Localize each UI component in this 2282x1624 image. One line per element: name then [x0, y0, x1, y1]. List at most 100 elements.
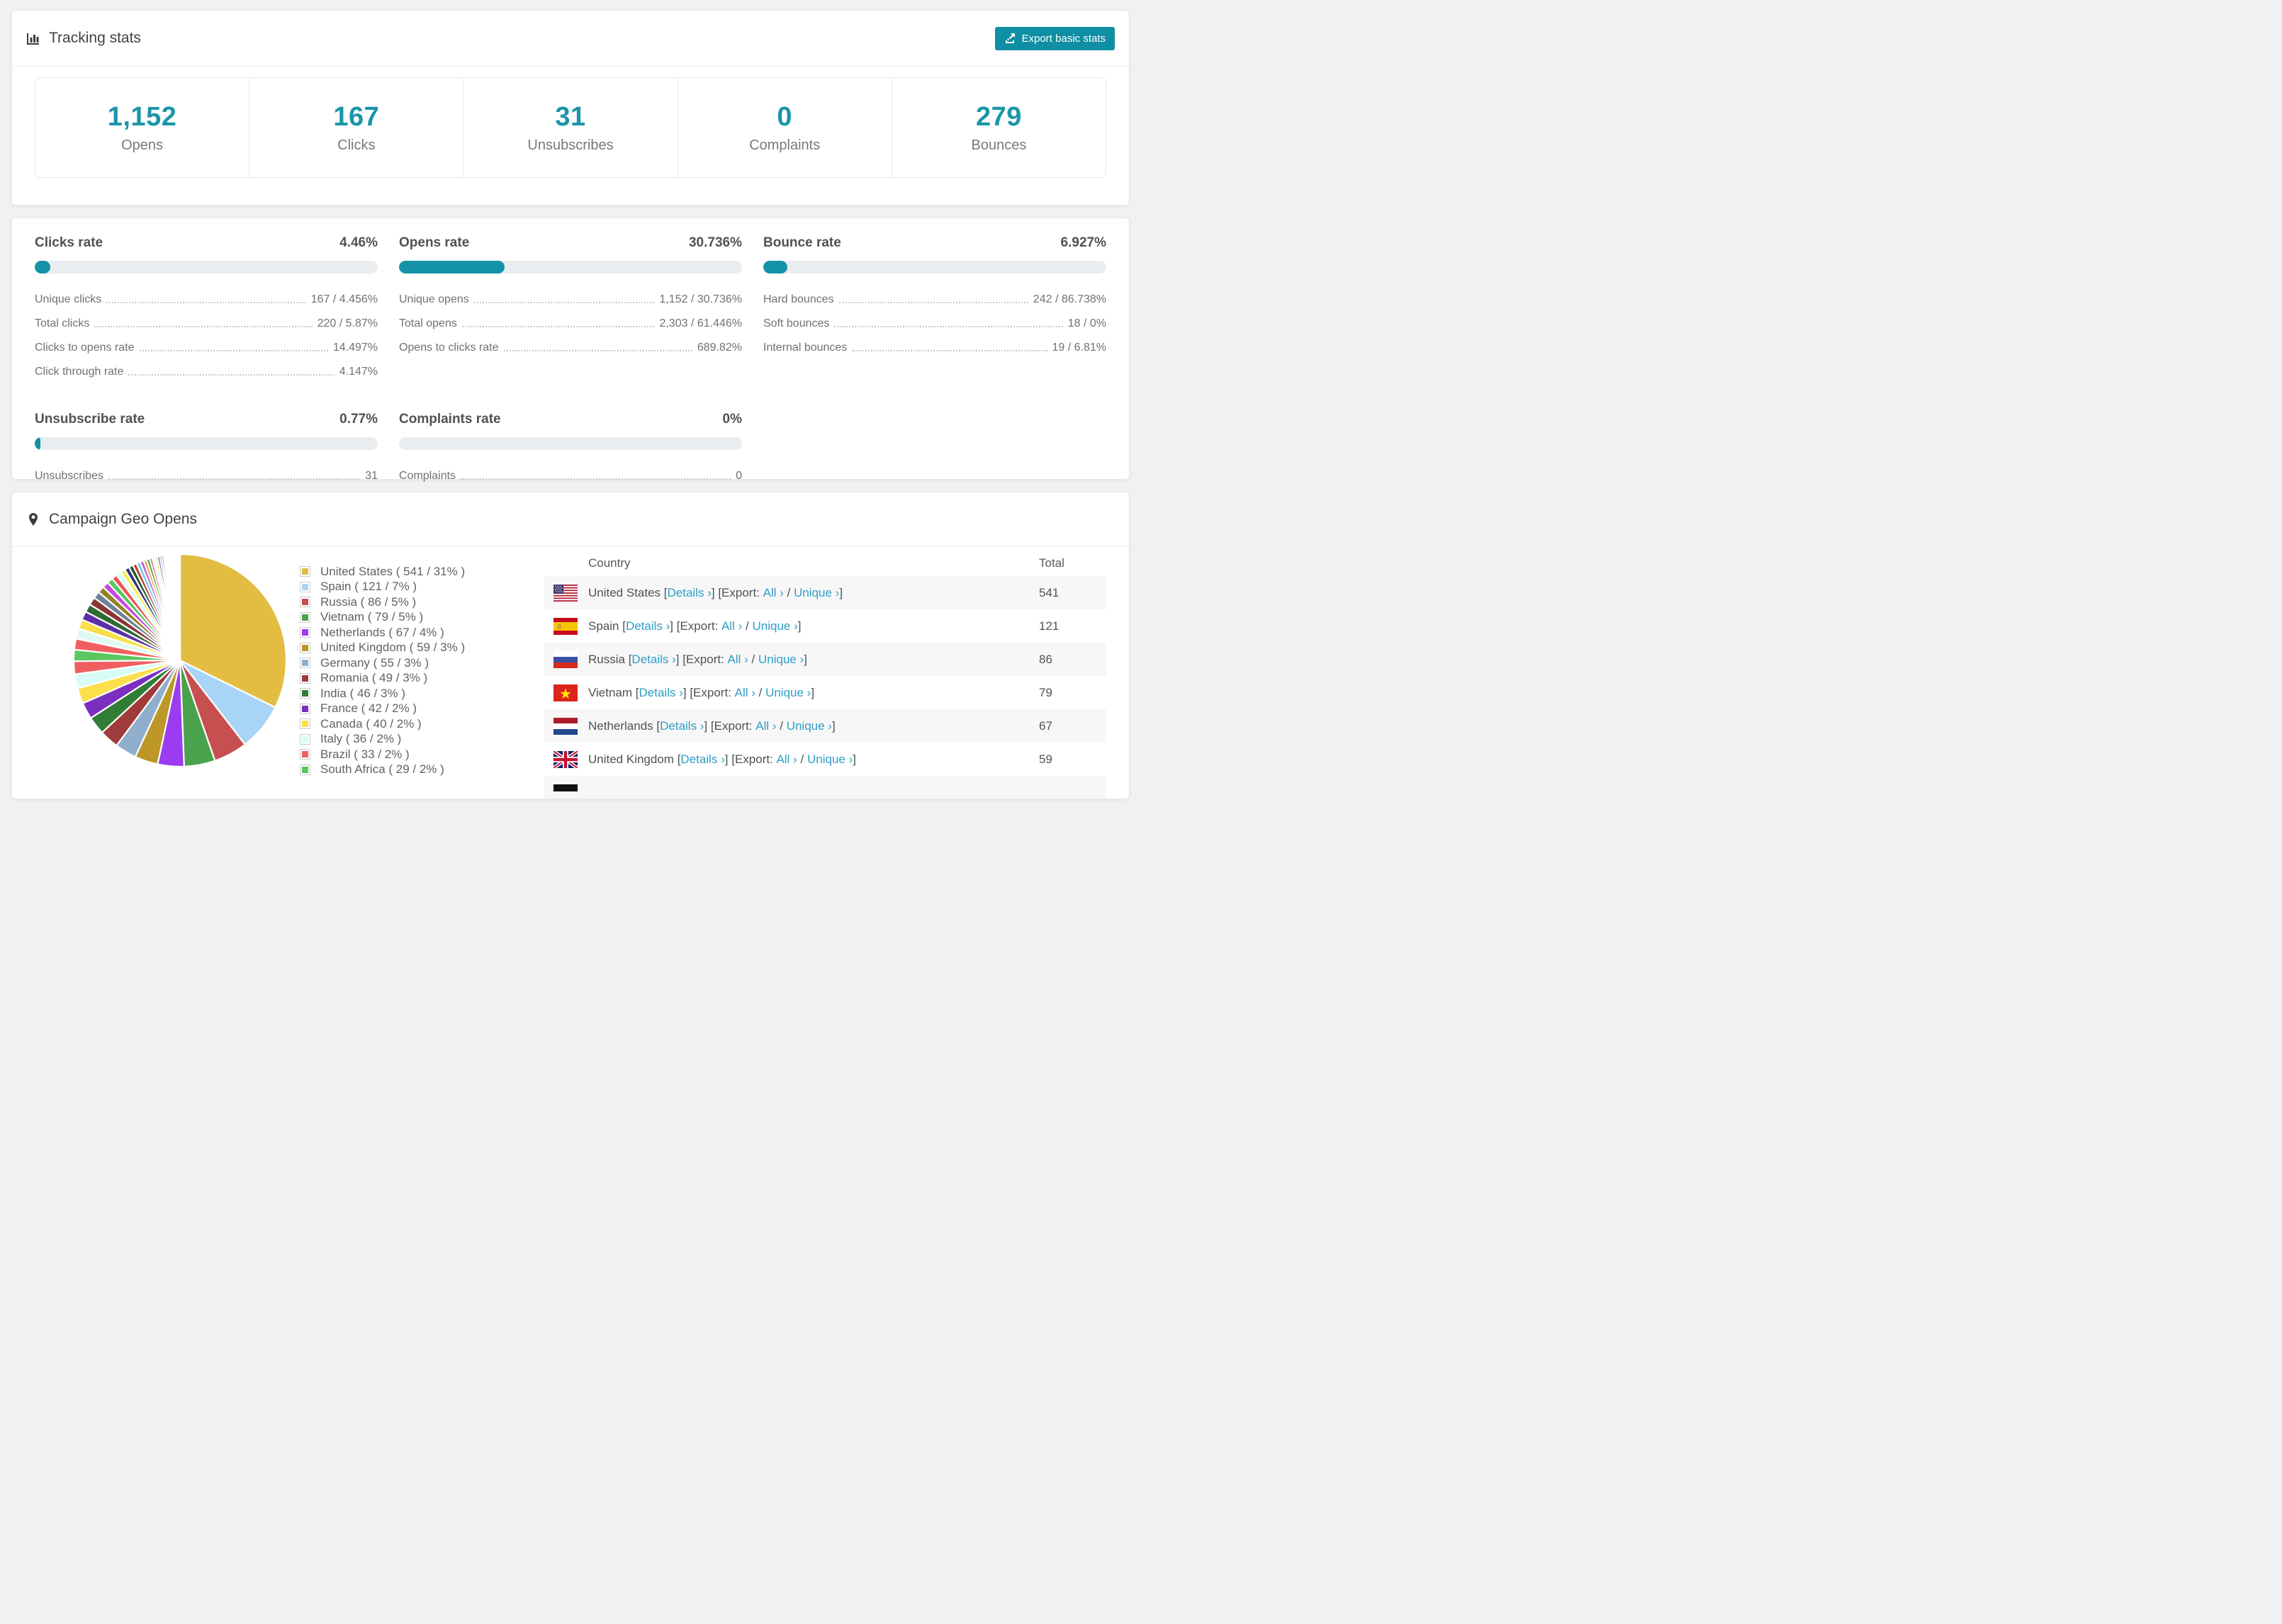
stat-complaints-value: 0	[777, 101, 793, 132]
export-unique-link[interactable]: Unique ›	[787, 719, 832, 733]
export-unique-link[interactable]: Unique ›	[753, 619, 798, 633]
legend-label: United Kingdom ( 59 / 3% )	[320, 641, 466, 655]
geo-opens-card: Campaign Geo Opens United States ( 541 /…	[11, 492, 1130, 799]
unsubscribe-rate-bar-fill	[35, 437, 40, 450]
export-all-link[interactable]: All ›	[763, 586, 784, 600]
stat-clicks-value: 167	[333, 101, 380, 132]
stat-unsubscribes-label: Unsubscribes	[527, 137, 614, 153]
export-all-link[interactable]: All ›	[728, 653, 748, 667]
russia-flag	[553, 650, 578, 668]
rates-row-2: Unsubscribe rate 0.77% Unsubscribes 31 C…	[35, 412, 1106, 486]
export-unique-link[interactable]: Unique ›	[794, 586, 839, 600]
legend-label: Canada ( 40 / 2% )	[320, 716, 422, 731]
export-all-link[interactable]: All ›	[735, 686, 755, 700]
germany-flag-partial	[553, 784, 578, 799]
rate-row-value: 220 / 5.87%	[317, 317, 378, 329]
rate-row-label: Unique opens	[399, 293, 469, 305]
dotted-leader	[503, 350, 692, 351]
dotted-leader	[473, 302, 655, 303]
export-all-link[interactable]: All ›	[755, 719, 776, 733]
legend-swatch	[300, 566, 310, 577]
clicks-rate-bar	[35, 261, 378, 274]
bounce-rate-bar	[763, 261, 1106, 274]
country-cell: United Kingdom [Details ›] [Export: All …	[544, 750, 1039, 768]
table-row: United States [Details ›] [Export: All ›…	[544, 576, 1106, 609]
geo-opens-header: Campaign Geo Opens	[12, 492, 1129, 547]
export-unique-link[interactable]: Unique ›	[807, 752, 853, 767]
country-cell: Russia [Details ›] [Export: All › / Uniq…	[544, 650, 1039, 668]
country-cell: United States [Details ›] [Export: All ›…	[544, 584, 1039, 602]
bounce-rate-rows: Hard bounces 242 / 86.738% Soft bounces …	[763, 286, 1106, 358]
dotted-leader	[94, 326, 313, 327]
details-link[interactable]: Details ›	[626, 619, 670, 633]
rate-row-value: 14.497%	[332, 342, 378, 354]
export-all-link[interactable]: All ›	[721, 619, 742, 633]
rate-row-value: 18 / 0%	[1067, 317, 1106, 329]
legend-swatch	[300, 749, 310, 760]
complaints-rate-block: Complaints rate 0% Complaints 0	[399, 412, 742, 486]
legend-item: Italy ( 36 / 2% )	[300, 732, 544, 748]
legend-swatch	[300, 642, 310, 653]
stat-bounces: 279 Bounces	[891, 78, 1106, 177]
details-link[interactable]: Details ›	[631, 653, 675, 667]
rate-row-value: 19 / 6.81%	[1052, 342, 1107, 354]
stat-unsubscribes-value: 31	[555, 101, 586, 132]
export-all-link[interactable]: All ›	[777, 752, 797, 767]
legend-item: Russia ( 86 / 5% )	[300, 594, 544, 610]
vietnam-flag	[553, 684, 578, 701]
table-row: Russia [Details ›] [Export: All › / Uniq…	[544, 643, 1106, 676]
bar-chart-icon	[27, 33, 39, 45]
clicks-rate-block: Clicks rate 4.46% Unique clicks 167 / 4.…	[35, 235, 378, 382]
unsubscribe-rate-rows: Unsubscribes 31	[35, 462, 378, 486]
rate-row-label: Click through rate	[35, 366, 124, 378]
country-name: United States	[588, 585, 664, 599]
opens-rate-bar-fill	[399, 261, 505, 274]
details-link[interactable]: Details ›	[668, 586, 712, 600]
country-name: Netherlands	[588, 718, 657, 733]
export-unique-link[interactable]: Unique ›	[758, 653, 804, 667]
complaints-rate-title: Complaints rate	[399, 412, 501, 427]
dotted-leader	[108, 478, 361, 480]
geo-table-header: Country Total	[544, 550, 1106, 576]
tracking-stats-header: Tracking stats Export basic stats	[12, 11, 1129, 67]
rates-card: Clicks rate 4.46% Unique clicks 167 / 4.…	[11, 218, 1130, 482]
geo-opens-title: Campaign Geo Opens	[49, 511, 197, 527]
stat-opens: 1,152 Opens	[35, 78, 249, 177]
export-button-label: Export basic stats	[1021, 32, 1106, 45]
total-column-header: Total	[1039, 556, 1064, 570]
dotted-leader	[139, 350, 328, 351]
opens-rate-title: Opens rate	[399, 235, 470, 250]
rate-row-value: 689.82%	[697, 342, 742, 354]
legend-label: Romania ( 49 / 3% )	[320, 671, 428, 685]
rate-row-value: 167 / 4.456%	[310, 293, 378, 305]
bounce-rate-percent: 6.927%	[1060, 235, 1106, 250]
legend-label: France ( 42 / 2% )	[320, 701, 417, 716]
uk-flag	[553, 750, 578, 768]
legend-label: United States ( 541 / 31% )	[320, 564, 466, 578]
export-unique-link[interactable]: Unique ›	[765, 686, 811, 700]
legend-item: Spain ( 121 / 7% )	[300, 580, 544, 595]
unsubscribe-rate-title: Unsubscribe rate	[35, 412, 145, 427]
rate-row: Soft bounces 18 / 0%	[763, 310, 1106, 334]
total-cell: 541	[1039, 585, 1060, 599]
legend-label: Netherlands ( 67 / 4% )	[320, 625, 444, 639]
tracking-stats-page: Tracking stats Export basic stats 1,152 …	[0, 10, 1141, 822]
country-name: Vietnam	[588, 685, 636, 699]
legend-swatch	[300, 597, 310, 608]
clicks-rate-rows: Unique clicks 167 / 4.456% Total clicks …	[35, 286, 378, 382]
rates-row-1: Clicks rate 4.46% Unique clicks 167 / 4.…	[35, 235, 1106, 382]
opens-rate-percent: 30.736%	[688, 235, 742, 250]
legend-swatch	[300, 581, 310, 592]
rate-row: Unique clicks 167 / 4.456%	[35, 286, 378, 310]
details-link[interactable]: Details ›	[680, 752, 724, 767]
export-basic-stats-button[interactable]: Export basic stats	[994, 26, 1115, 50]
rate-row-label: Soft bounces	[763, 317, 830, 329]
legend-swatch	[300, 658, 310, 669]
geo-opens-title-wrap: Campaign Geo Opens	[26, 511, 197, 528]
table-row: United Kingdom [Details ›] [Export: All …	[544, 743, 1106, 776]
stat-complaints: 0 Complaints	[677, 78, 892, 177]
rate-row-value: 2,303 / 61.446%	[659, 317, 742, 329]
dotted-leader	[838, 302, 1028, 303]
details-link[interactable]: Details ›	[639, 686, 683, 700]
details-link[interactable]: Details ›	[660, 719, 704, 733]
